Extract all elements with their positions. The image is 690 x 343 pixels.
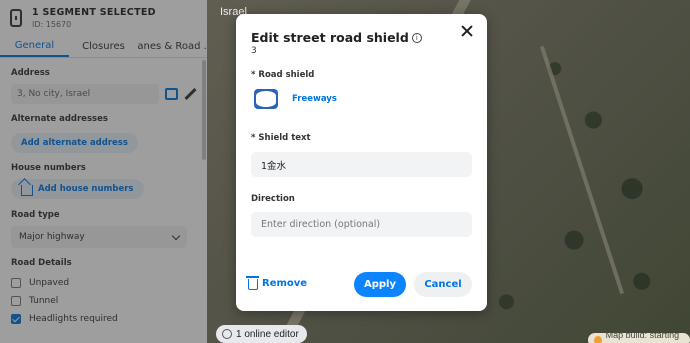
remove-label: Remove: [262, 278, 308, 289]
edit-road-shield-dialog: Edit street road shield i 3 * Road shiel…: [236, 14, 487, 311]
shield-text-input[interactable]: 1金水: [251, 152, 472, 177]
cancel-button[interactable]: Cancel: [414, 272, 472, 297]
freeway-shield-icon[interactable]: [254, 89, 278, 109]
close-icon[interactable]: [460, 24, 474, 38]
road-shield-label: * Road shield: [251, 70, 315, 80]
warning-icon: [594, 335, 602, 343]
direction-label: Direction: [251, 194, 295, 204]
shield-text-label: * Shield text: [251, 133, 311, 143]
dialog-title: Edit street road shield i: [251, 30, 422, 45]
shield-type-name[interactable]: Freeways: [292, 94, 337, 104]
direction-input[interactable]: Enter direction (optional): [251, 212, 472, 237]
dialog-subtitle: 3: [251, 46, 257, 56]
dialog-title-text: Edit street road shield: [251, 30, 409, 45]
online-editors-label: 1 online editor: [236, 328, 299, 340]
map-build-status: Map build: starting now: [588, 330, 690, 343]
map-build-status-label: Map build: starting now: [605, 330, 680, 343]
online-editor-icon: [222, 329, 232, 339]
trash-icon: [246, 276, 259, 290]
online-editors-pill[interactable]: 1 online editor: [216, 325, 307, 343]
remove-button[interactable]: Remove: [246, 276, 308, 290]
apply-button[interactable]: Apply: [354, 272, 406, 297]
sidebar-overlay: [0, 0, 207, 343]
road-shield-selector[interactable]: Freeways: [254, 89, 337, 109]
info-icon[interactable]: i: [411, 32, 422, 43]
